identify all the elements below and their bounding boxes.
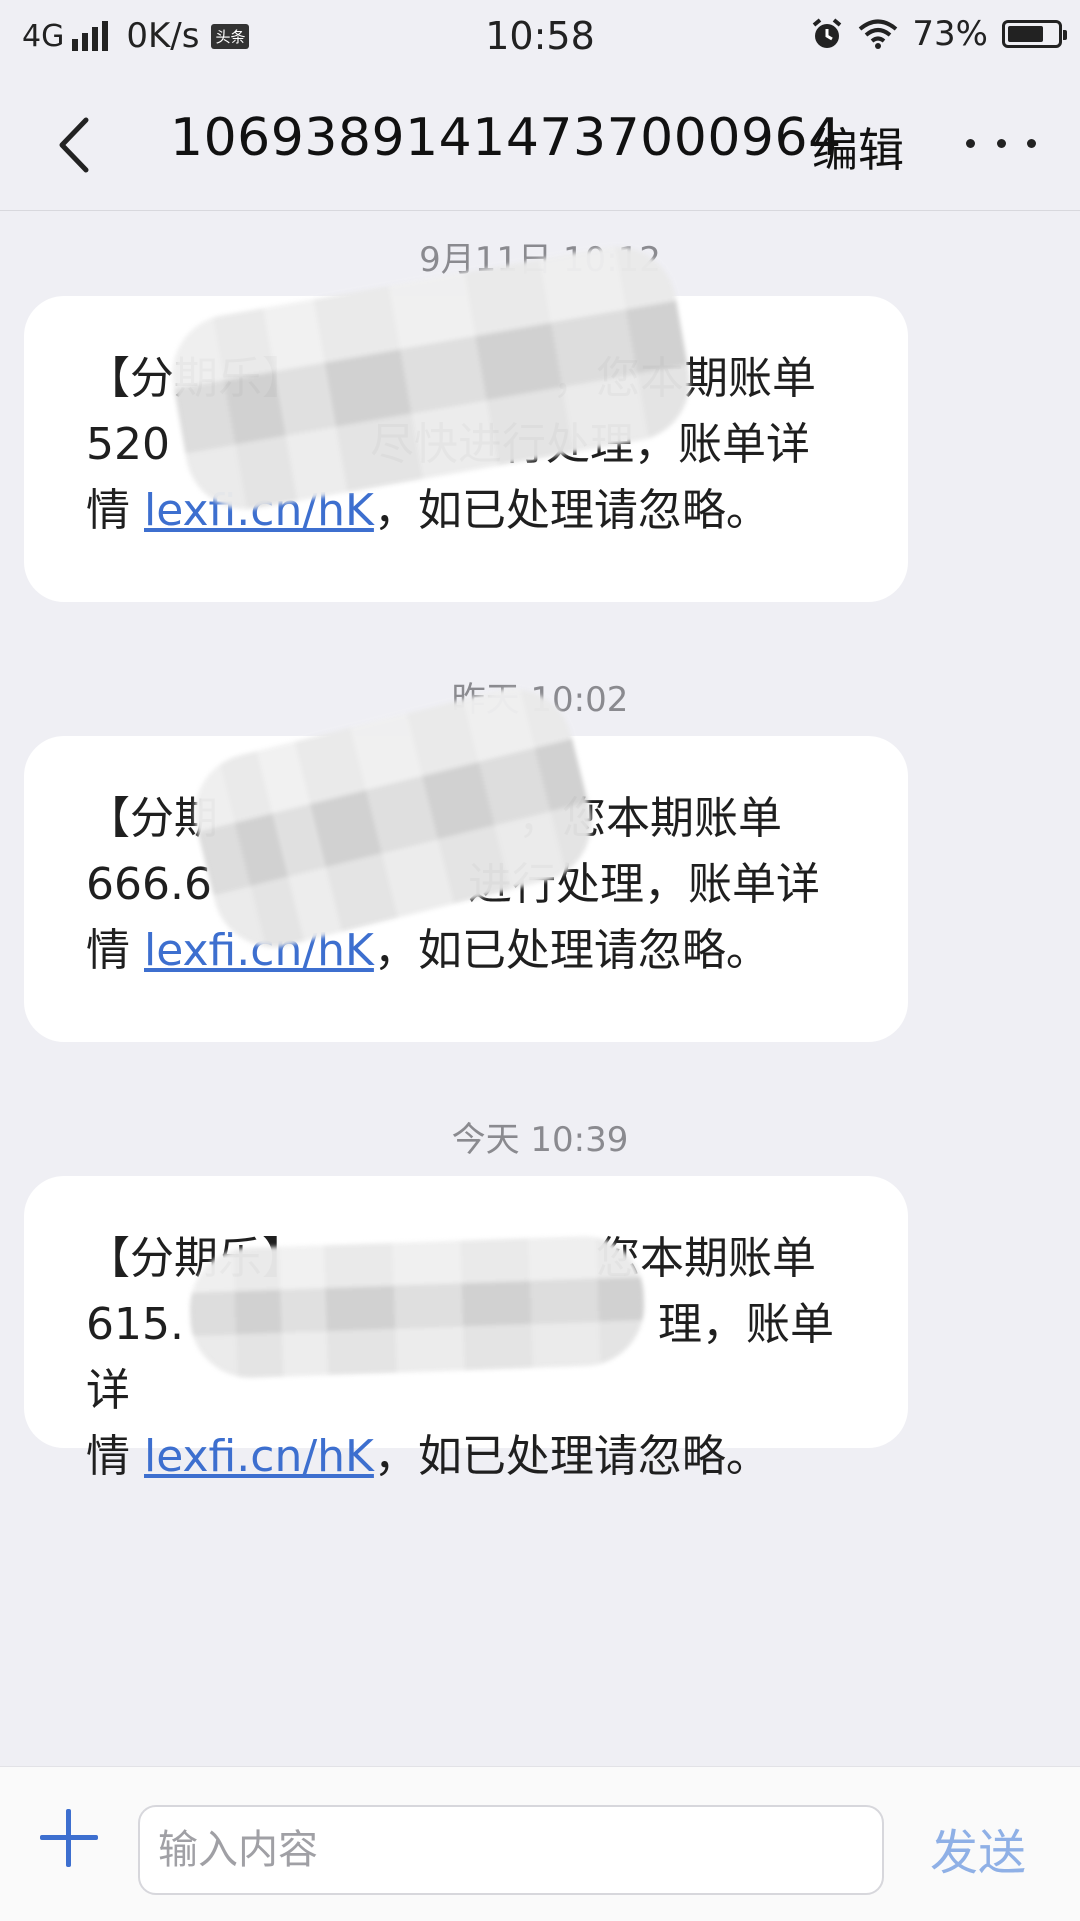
conversation-header: 1069389141473700096​4 编辑 — [0, 78, 1080, 211]
message-timestamp: 今天 10:39 — [451, 1120, 629, 1160]
battery-percent: 73% — [912, 14, 988, 54]
edit-button[interactable]: 编辑 — [812, 114, 904, 180]
more-dots-icon[interactable] — [966, 118, 1036, 168]
chevron-left-icon[interactable] — [48, 110, 108, 180]
message-line: 情 lexfi.cn/hK，如已处理请忽略。 — [86, 925, 770, 976]
message-input[interactable] — [138, 1805, 884, 1895]
composer-bar: 发送 — [0, 1766, 1080, 1921]
status-right: 73% — [810, 14, 1067, 54]
message-line: 情 lexfi.cn/hK，如已处理请忽略。 — [86, 1431, 770, 1482]
battery-fill — [1008, 26, 1044, 42]
message-link[interactable]: lexfi.cn/hK — [144, 1431, 374, 1482]
battery-icon — [1002, 20, 1067, 48]
contact-number: 1069389141473700096​4 — [170, 108, 842, 168]
send-button[interactable]: 发送 — [930, 1813, 1026, 1883]
redaction-blur — [187, 1234, 647, 1380]
plus-icon[interactable] — [40, 1809, 98, 1867]
status-bar: 4G 0K/s 头条 10:58 73% — [0, 0, 1080, 78]
wifi-icon — [859, 19, 898, 49]
alarm-icon — [813, 18, 842, 48]
